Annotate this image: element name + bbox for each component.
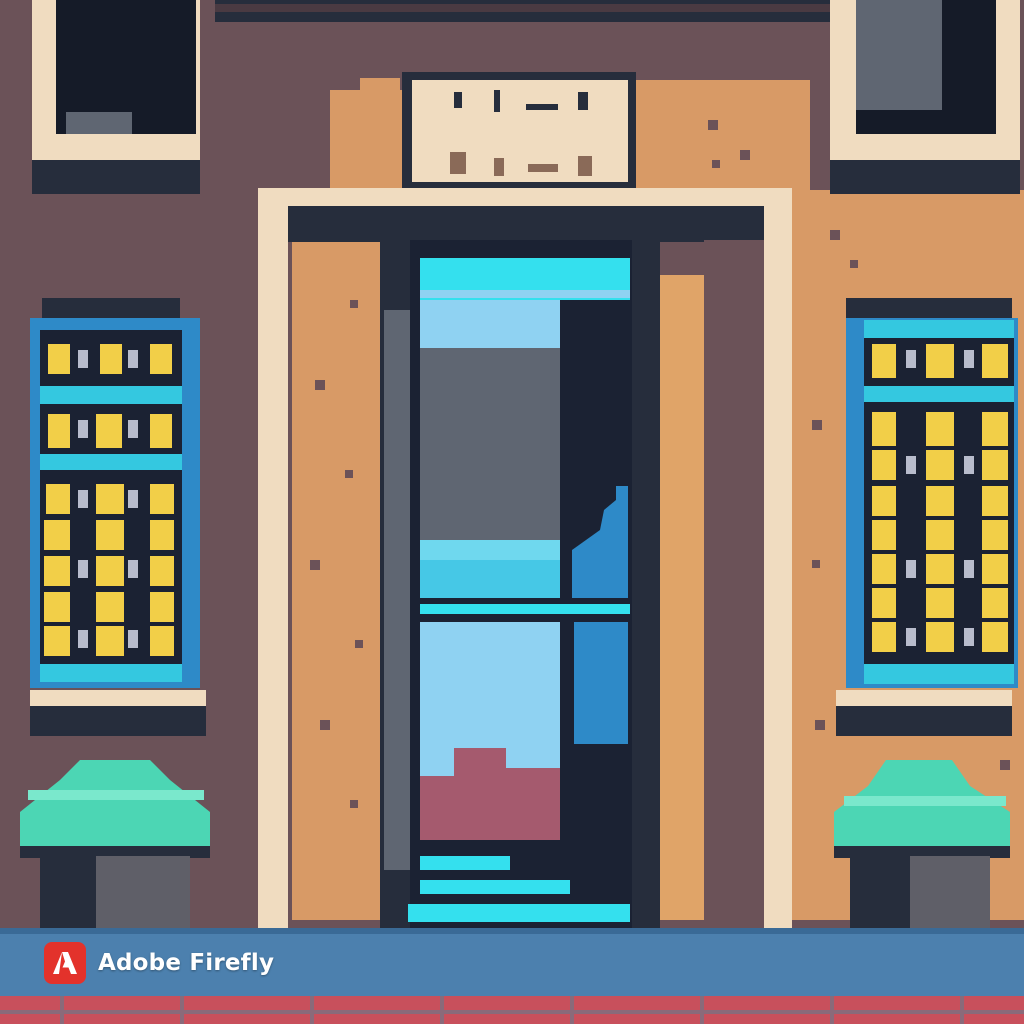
adobe-firefly-logo-icon xyxy=(44,942,86,984)
entrance-door xyxy=(408,240,632,930)
upper-window-left xyxy=(32,0,200,194)
watermark-text: Adobe Firefly xyxy=(98,950,275,976)
sign-board xyxy=(402,72,636,190)
upper-window-right xyxy=(830,0,1020,194)
shop-window-right xyxy=(836,298,1018,736)
storefront-scene xyxy=(0,0,1024,1024)
shop-window-left xyxy=(30,298,206,736)
adobe-firefly-watermark: Adobe Firefly xyxy=(44,942,274,984)
